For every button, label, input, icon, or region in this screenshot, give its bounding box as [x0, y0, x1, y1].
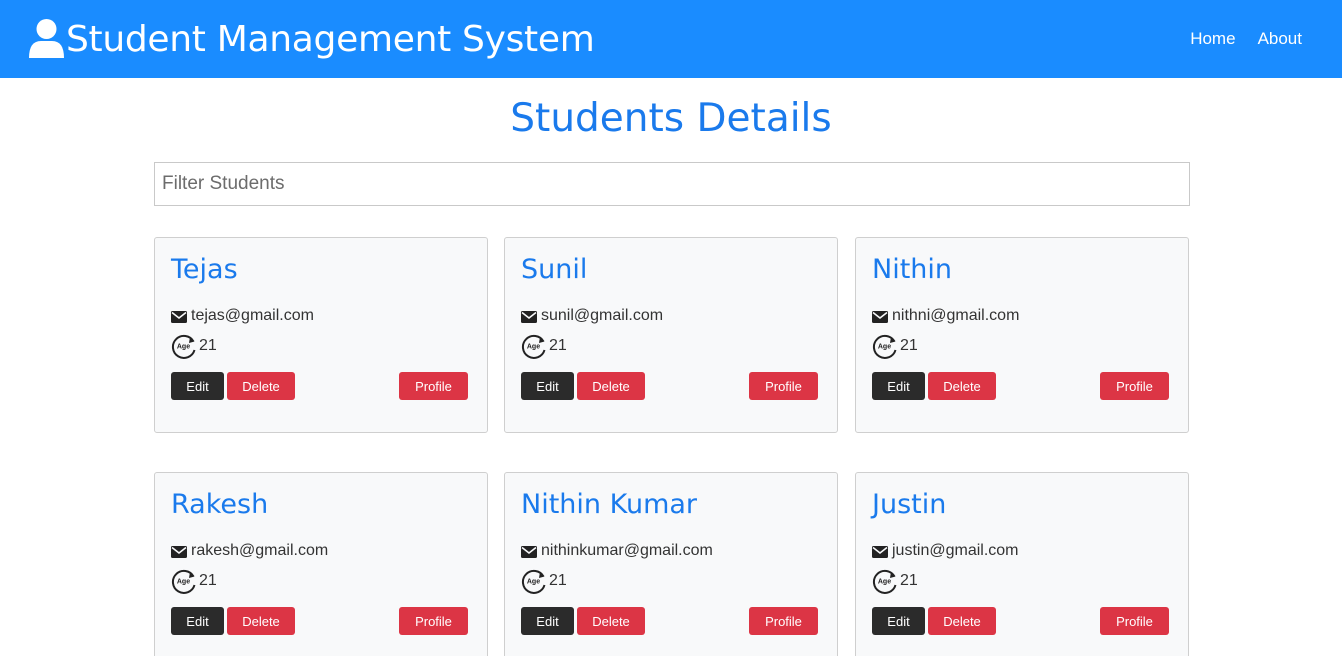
delete-button[interactable]: Delete [928, 372, 996, 400]
student-email: nithinkumar@gmail.com [521, 542, 713, 560]
delete-button[interactable]: Delete [227, 372, 295, 400]
student-email: sunil@gmail.com [521, 307, 663, 325]
student-age: Age 21 [872, 333, 918, 359]
svg-text:Age: Age [177, 579, 190, 586]
edit-button[interactable]: Edit [521, 607, 574, 635]
app-title: Student Management System [66, 18, 595, 60]
age-icon: Age [872, 333, 898, 359]
student-email: tejas@gmail.com [171, 307, 314, 325]
student-email-text: nithinkumar@gmail.com [541, 542, 713, 559]
envelope-icon [872, 310, 888, 323]
student-card: Tejas tejas@gmail.com Age 21 Edit Delete Profi… [154, 237, 488, 433]
nav-about-link[interactable]: About [1258, 29, 1302, 49]
delete-button[interactable]: Delete [227, 607, 295, 635]
student-age-value: 21 [549, 572, 567, 589]
student-email-text: nithni@gmail.com [892, 307, 1020, 324]
envelope-icon [171, 310, 187, 323]
envelope-icon [521, 545, 537, 558]
edit-button[interactable]: Edit [521, 372, 574, 400]
delete-button[interactable]: Delete [577, 372, 645, 400]
student-name: Nithin Kumar [521, 489, 698, 520]
student-email-text: tejas@gmail.com [191, 307, 314, 324]
edit-button[interactable]: Edit [872, 372, 925, 400]
student-card: Nithin Kumar nithinkumar@gmail.com Age 21 Ed… [504, 472, 838, 656]
student-name: Nithin [872, 254, 953, 285]
nav-links: Home About [1190, 29, 1302, 49]
age-icon: Age [521, 568, 547, 594]
profile-button[interactable]: Profile [399, 607, 468, 635]
student-email: nithni@gmail.com [872, 307, 1019, 325]
user-icon [28, 18, 65, 58]
delete-button[interactable]: Delete [928, 607, 996, 635]
filter-students-input[interactable] [154, 162, 1190, 206]
student-card: Rakesh rakesh@gmail.com Age 21 Edit Delete Pro… [154, 472, 488, 656]
student-email-text: sunil@gmail.com [541, 307, 664, 324]
student-card: Justin justin@gmail.com Age 21 Edit Delete Pro… [855, 472, 1189, 656]
age-icon: Age [872, 568, 898, 594]
student-age-value: 21 [900, 572, 918, 589]
student-name: Justin [872, 489, 947, 520]
brand[interactable]: Student Management System [28, 19, 595, 60]
student-age-value: 21 [900, 337, 918, 354]
delete-button[interactable]: Delete [577, 607, 645, 635]
edit-button[interactable]: Edit [171, 372, 224, 400]
svg-text:Age: Age [878, 344, 891, 351]
profile-button[interactable]: Profile [1100, 607, 1169, 635]
edit-button[interactable]: Edit [171, 607, 224, 635]
nav-home-link[interactable]: Home [1190, 29, 1235, 49]
student-card: Nithin nithni@gmail.com Age 21 Edit Delete Pro… [855, 237, 1189, 433]
envelope-icon [171, 545, 187, 558]
student-age: Age 21 [171, 333, 217, 359]
edit-button[interactable]: Edit [872, 607, 925, 635]
student-email-text: rakesh@gmail.com [191, 542, 329, 559]
student-age: Age 21 [521, 568, 567, 594]
student-age: Age 21 [171, 568, 217, 594]
student-email-text: justin@gmail.com [892, 542, 1019, 559]
student-name: Rakesh [171, 489, 269, 520]
svg-text:Age: Age [527, 579, 540, 586]
age-icon: Age [521, 333, 547, 359]
student-name: Tejas [171, 254, 238, 285]
student-age-value: 21 [199, 337, 217, 354]
student-email: justin@gmail.com [872, 542, 1019, 560]
profile-button[interactable]: Profile [1100, 372, 1169, 400]
envelope-icon [521, 310, 537, 323]
student-age: Age 21 [872, 568, 918, 594]
student-age-value: 21 [199, 572, 217, 589]
student-email: rakesh@gmail.com [171, 542, 328, 560]
student-age-value: 21 [549, 337, 567, 354]
svg-text:Age: Age [177, 344, 190, 351]
profile-button[interactable]: Profile [399, 372, 468, 400]
age-icon: Age [171, 333, 197, 359]
student-age: Age 21 [521, 333, 567, 359]
envelope-icon [872, 545, 888, 558]
page-title: Students Details [510, 96, 832, 141]
profile-button[interactable]: Profile [749, 607, 818, 635]
age-icon: Age [171, 568, 197, 594]
profile-button[interactable]: Profile [749, 372, 818, 400]
svg-text:Age: Age [527, 344, 540, 351]
student-name: Sunil [521, 254, 588, 285]
navbar: Student Management System Home About [0, 0, 1342, 78]
student-card: Sunil sunil@gmail.com Age 21 Edit Delete Profi… [504, 237, 838, 433]
svg-text:Age: Age [878, 579, 891, 586]
